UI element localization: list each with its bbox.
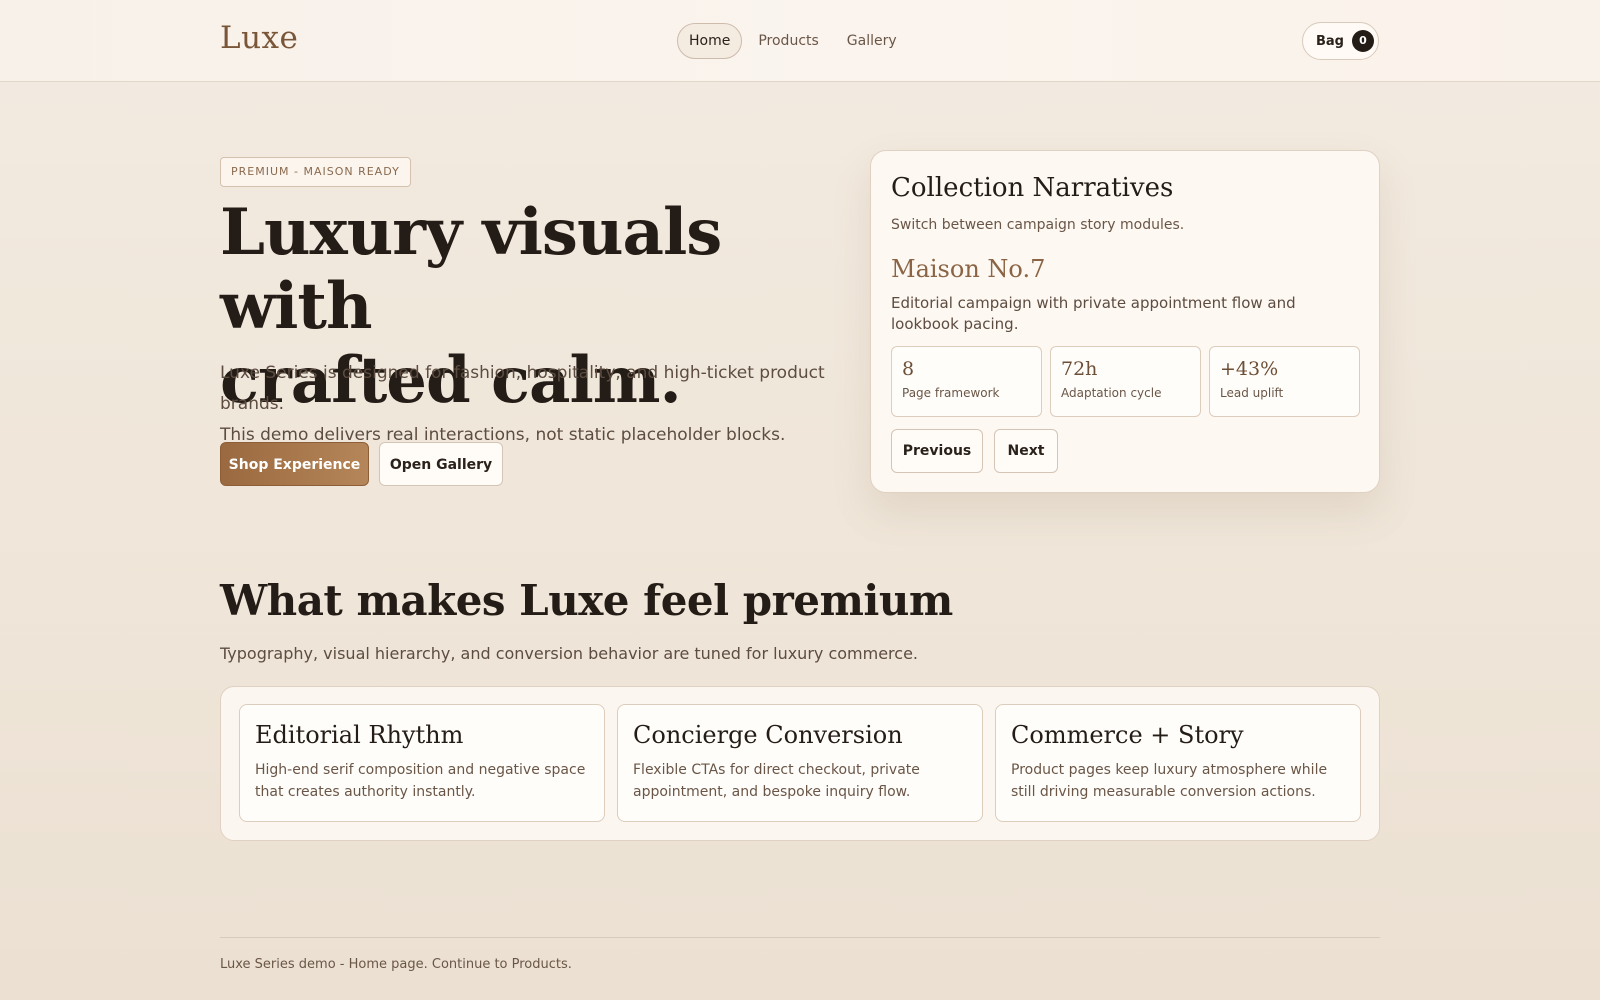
footer-divider bbox=[220, 937, 1380, 938]
metrics-row: 8 Page framework 72h Adaptation cycle +4… bbox=[891, 346, 1368, 417]
feature-description: High-end serif composition and negative … bbox=[255, 762, 586, 800]
metric-label: Adaptation cycle bbox=[1061, 386, 1162, 400]
feature-card: Editorial Rhythm High-end serif composit… bbox=[239, 704, 605, 822]
metric-card: +43% Lead uplift bbox=[1209, 346, 1360, 417]
panel-subtitle: Switch between campaign story modules. bbox=[891, 217, 1185, 233]
site-header: Luxe Home Products Gallery Bag 0 bbox=[0, 0, 1600, 82]
feature-description: Product pages keep luxury atmosphere whi… bbox=[1011, 762, 1328, 800]
nav-gallery[interactable]: Gallery bbox=[835, 23, 909, 59]
metric-card: 8 Page framework bbox=[891, 346, 1042, 417]
bag-count-badge: 0 bbox=[1352, 30, 1374, 52]
story-description: Editorial campaign with private appointm… bbox=[891, 294, 1296, 333]
metric-value: 72h bbox=[1061, 358, 1098, 380]
metric-label: Page framework bbox=[902, 386, 1000, 400]
metric-card: 72h Adaptation cycle bbox=[1050, 346, 1201, 417]
hero-copy-line-1: Luxe Series is designed for fashion, hos… bbox=[220, 363, 825, 414]
previous-button[interactable]: Previous bbox=[891, 429, 983, 473]
feature-description: Flexible CTAs for direct checkout, priva… bbox=[633, 762, 920, 800]
nav-home[interactable]: Home bbox=[677, 23, 743, 59]
hero-copy: Luxe Series is designed for fashion, hos… bbox=[220, 358, 860, 451]
feature-card: Commerce + Story Product pages keep luxu… bbox=[995, 704, 1361, 822]
feature-title: Concierge Conversion bbox=[633, 721, 903, 749]
hero-title-line-1: Luxury visuals with bbox=[220, 195, 722, 344]
collection-narratives-panel: Collection Narratives Switch between cam… bbox=[870, 150, 1380, 493]
features-container: Editorial Rhythm High-end serif composit… bbox=[220, 686, 1380, 841]
feature-card: Concierge Conversion Flexible CTAs for d… bbox=[617, 704, 983, 822]
feature-title: Commerce + Story bbox=[1011, 721, 1244, 749]
main-nav: Home Products Gallery bbox=[677, 23, 913, 59]
story-title: Maison No.7 bbox=[891, 255, 1046, 283]
next-button[interactable]: Next bbox=[994, 429, 1058, 473]
open-gallery-button[interactable]: Open Gallery bbox=[379, 442, 503, 486]
shop-experience-button[interactable]: Shop Experience bbox=[220, 442, 369, 486]
nav-products[interactable]: Products bbox=[746, 23, 830, 59]
metric-label: Lead uplift bbox=[1220, 386, 1284, 400]
feature-title: Editorial Rhythm bbox=[255, 721, 464, 749]
bag-button[interactable]: Bag 0 bbox=[1302, 22, 1379, 60]
section-title: What makes Luxe feel premium bbox=[220, 576, 953, 625]
bag-label: Bag bbox=[1316, 33, 1344, 49]
footer-text: Luxe Series demo - Home page. Continue t… bbox=[220, 957, 572, 972]
panel-title: Collection Narratives bbox=[891, 173, 1174, 203]
logo[interactable]: Luxe bbox=[220, 20, 298, 56]
hero-badge: PREMIUM - MAISON READY bbox=[220, 157, 411, 187]
metric-value: 8 bbox=[902, 358, 915, 380]
metric-value: +43% bbox=[1220, 358, 1279, 380]
section-subtitle: Typography, visual hierarchy, and conver… bbox=[220, 644, 918, 663]
